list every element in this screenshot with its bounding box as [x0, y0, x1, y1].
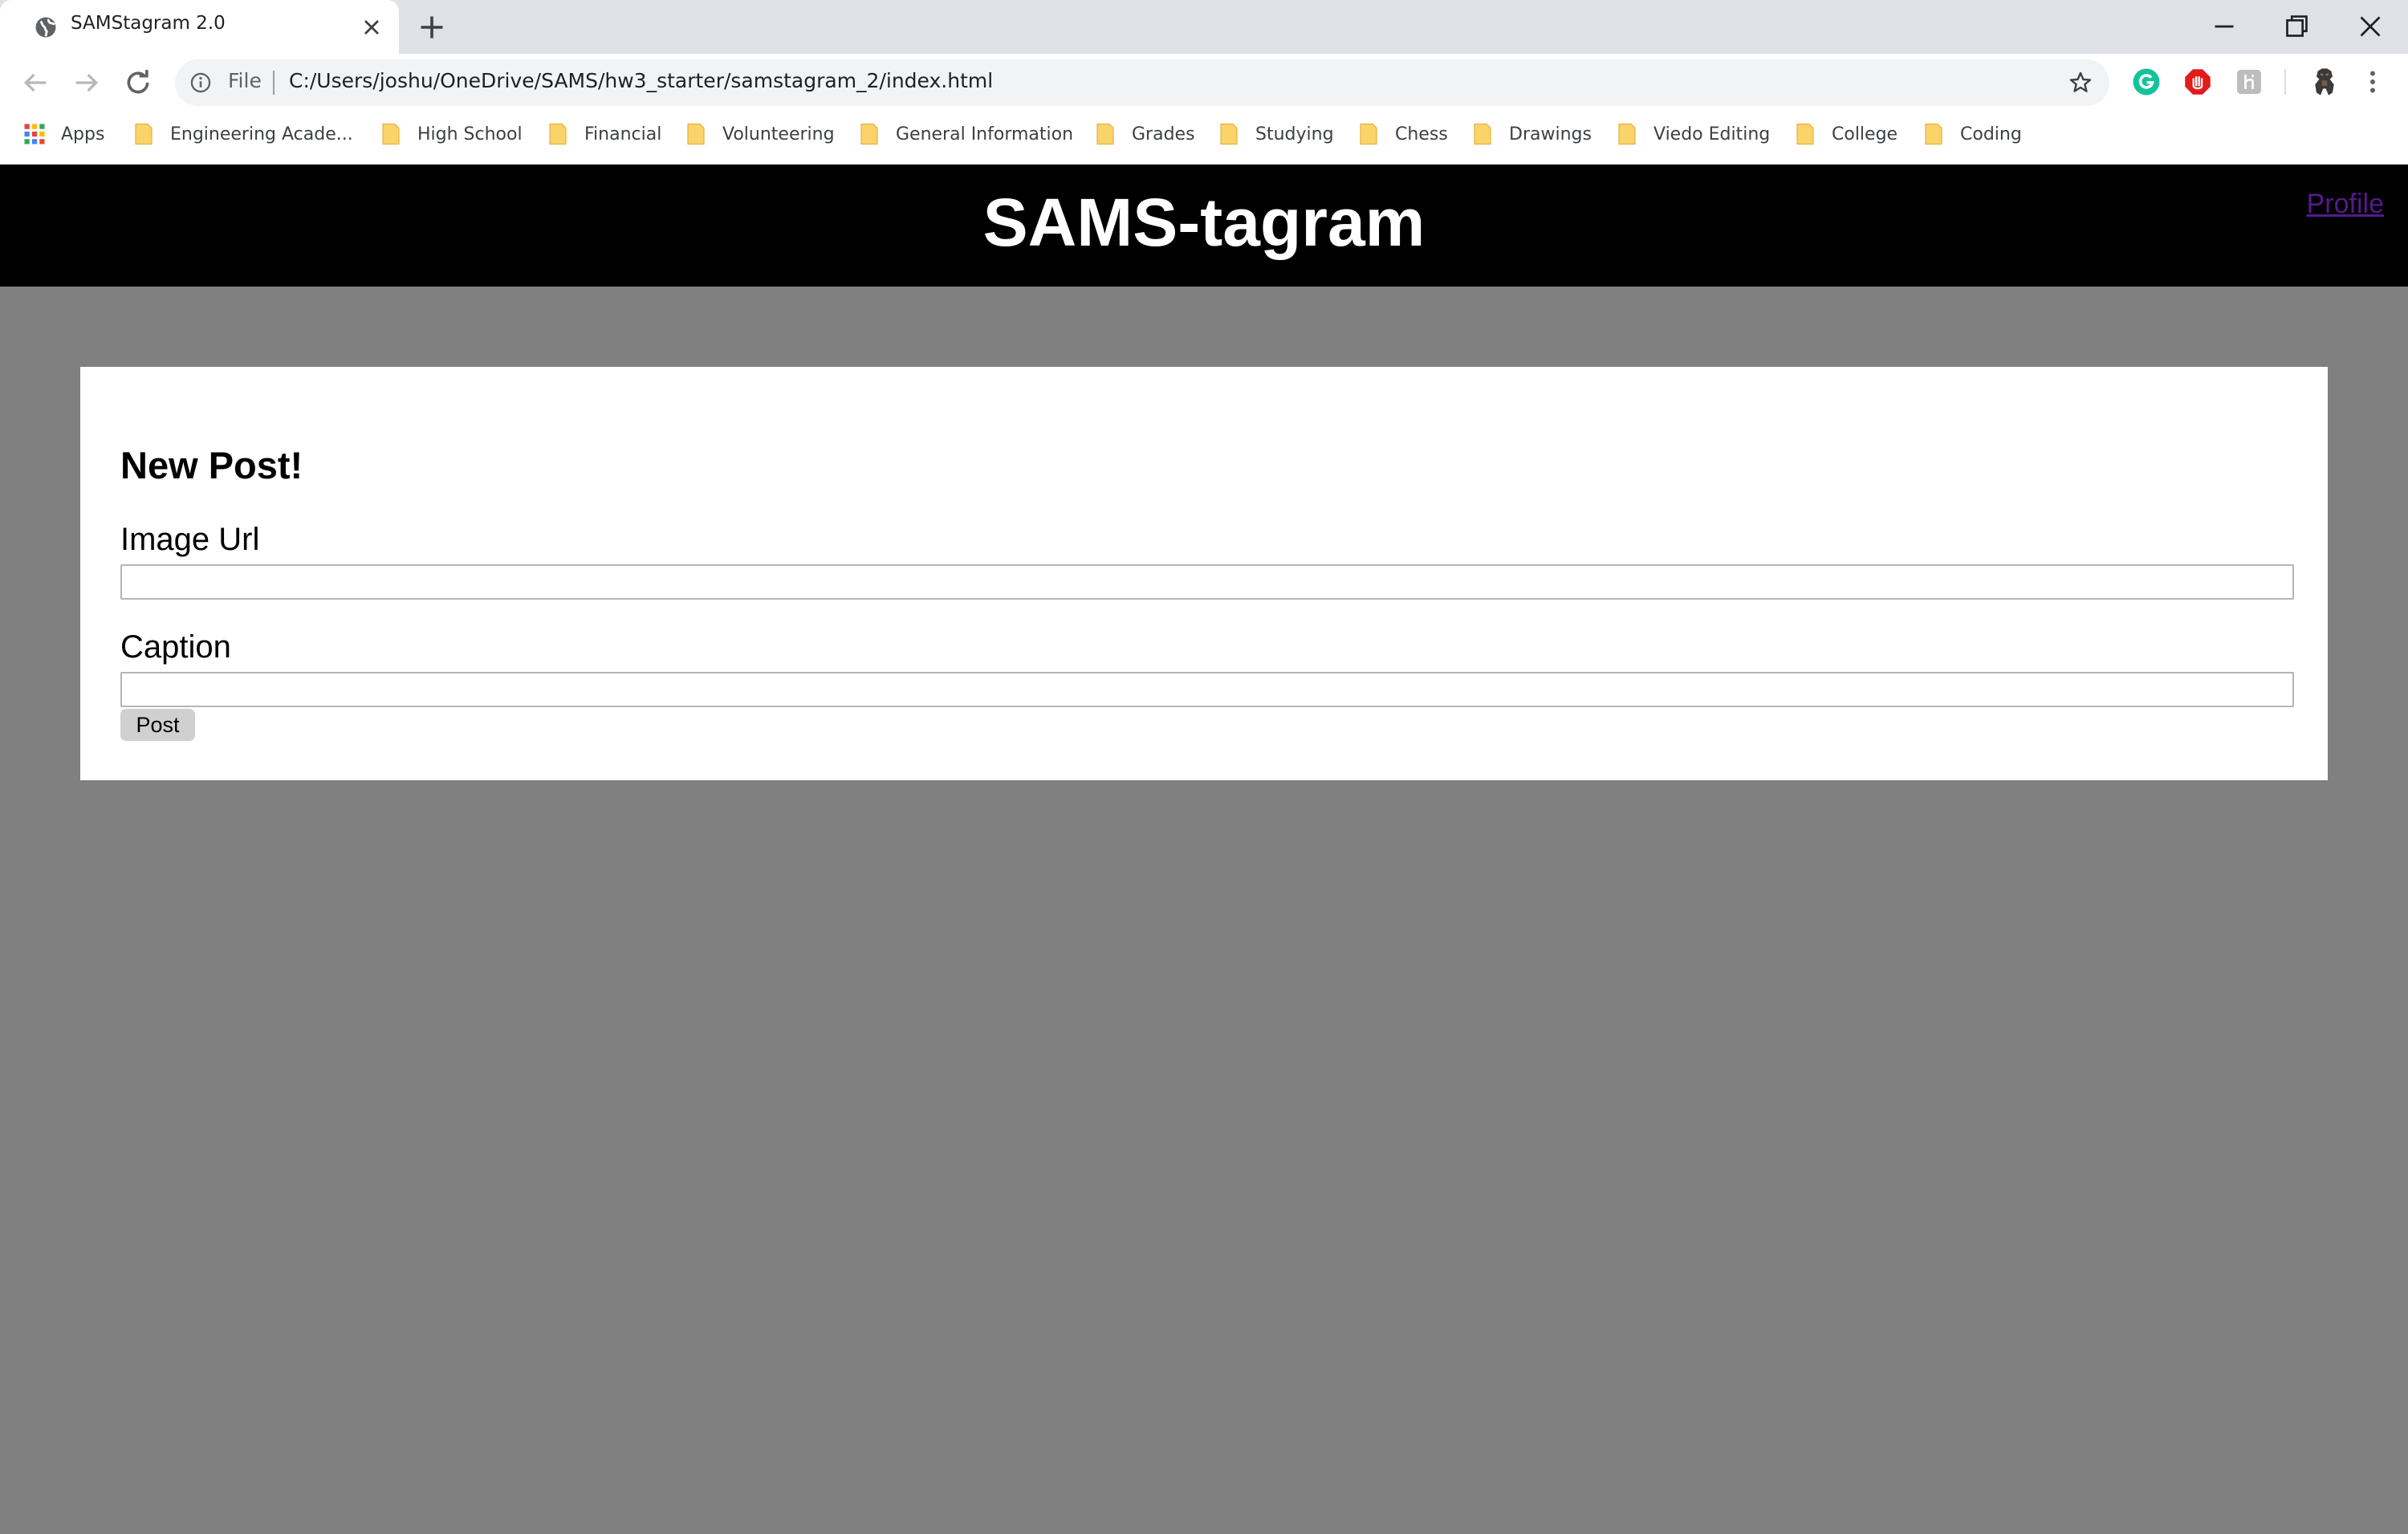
bookmark-label: Apps: [61, 124, 105, 144]
caption-input[interactable]: [120, 672, 2294, 707]
folder-icon: [1220, 123, 1238, 145]
address-bar[interactable]: File C:/Users/joshu/OneDrive/SAMS/hw3_st…: [175, 59, 2109, 106]
restore-icon[interactable]: [2278, 8, 2315, 45]
tab-title: SAMStagram 2.0: [71, 13, 226, 34]
bookmarks-bar: Apps Engineering Acade... High School Fi…: [0, 116, 2408, 152]
bookmark-folder[interactable]: Financial: [547, 116, 661, 152]
bookmark-label: Chess: [1395, 124, 1448, 144]
browser-tab[interactable]: SAMStagram 2.0: [0, 0, 399, 54]
bookmark-folder[interactable]: Volunteering: [685, 116, 835, 152]
image-url-input[interactable]: [120, 564, 2294, 600]
bookmark-label: College: [1832, 124, 1898, 144]
folder-icon: [1796, 123, 1814, 145]
folder-icon: [1618, 123, 1636, 145]
bookmark-folder[interactable]: Engineering Acade...: [133, 116, 353, 152]
folder-icon: [135, 123, 153, 145]
site-title: SAMS-tagram: [982, 185, 1426, 260]
close-window-icon[interactable]: [2352, 8, 2389, 45]
bookmark-label: Engineering Acade...: [170, 124, 353, 144]
profile-avatar-icon[interactable]: [2308, 66, 2341, 98]
bookmark-label: Financial: [584, 124, 662, 144]
globe-icon: [35, 17, 56, 38]
folder-icon: [549, 123, 567, 145]
info-icon[interactable]: [189, 71, 212, 94]
folder-icon: [687, 123, 705, 145]
folder-icon: [382, 123, 400, 145]
reload-icon[interactable]: [122, 67, 154, 99]
url-text[interactable]: C:/Users/joshu/OneDrive/SAMS/hw3_starter…: [289, 69, 993, 92]
bookmark-label: Coding: [1960, 124, 2022, 144]
folder-icon: [1096, 123, 1114, 145]
post-button[interactable]: Post: [120, 709, 195, 741]
bookmark-folder[interactable]: General Information: [859, 116, 1073, 152]
folder-icon: [1474, 123, 1491, 145]
new-tab-icon[interactable]: [417, 13, 446, 42]
new-post-card: New Post! Image Url Caption Post: [80, 367, 2328, 780]
bookmark-label: Studying: [1255, 124, 1334, 144]
bookmark-label: High School: [417, 124, 523, 144]
bookmark-folder[interactable]: Chess: [1358, 116, 1448, 152]
grammarly-icon[interactable]: [2132, 67, 2161, 96]
bookmark-folder[interactable]: High School: [380, 116, 523, 152]
bookmark-label: General Information: [896, 124, 1074, 144]
bookmark-folder[interactable]: Studying: [1218, 116, 1334, 152]
bookmark-label: Volunteering: [722, 124, 835, 144]
bookmark-folder[interactable]: Drawings: [1472, 116, 1592, 152]
bookmark-label: Grades: [1132, 124, 1195, 144]
bookmark-label: Viedo Editing: [1653, 124, 1771, 144]
close-tab-icon[interactable]: [359, 14, 384, 40]
folder-icon: [1360, 123, 1377, 145]
address-separator: [273, 71, 275, 95]
menu-kebab-icon[interactable]: [2358, 67, 2387, 96]
bookmark-apps[interactable]: Apps: [22, 116, 104, 152]
new-post-heading: New Post!: [120, 444, 303, 486]
scheme-label: File: [228, 69, 262, 92]
caption-label: Caption: [120, 629, 231, 665]
minimize-icon[interactable]: [2206, 8, 2243, 45]
bookmark-folder[interactable]: College: [1795, 116, 1898, 152]
bookmark-folder[interactable]: Grades: [1095, 116, 1195, 152]
bookmark-folder[interactable]: Coding: [1923, 116, 2022, 152]
folder-icon: [1925, 123, 1942, 145]
back-icon[interactable]: [19, 67, 51, 99]
profile-link[interactable]: Profile: [2307, 189, 2384, 220]
site-header: SAMS-tagram Profile: [0, 165, 2408, 287]
folder-icon: [860, 123, 878, 145]
forward-icon[interactable]: [71, 67, 103, 99]
bookmark-star-icon[interactable]: [2068, 70, 2093, 96]
tab-strip: SAMStagram 2.0: [0, 0, 2408, 54]
toolbar-divider: [2284, 69, 2286, 95]
image-url-label: Image Url: [120, 522, 260, 557]
adblock-icon[interactable]: [2183, 67, 2212, 96]
bookmark-folder[interactable]: Viedo Editing: [1617, 116, 1770, 152]
bookmark-label: Drawings: [1509, 124, 1592, 144]
apps-grid-icon: [24, 124, 45, 144]
extension-icon[interactable]: [2235, 67, 2264, 96]
